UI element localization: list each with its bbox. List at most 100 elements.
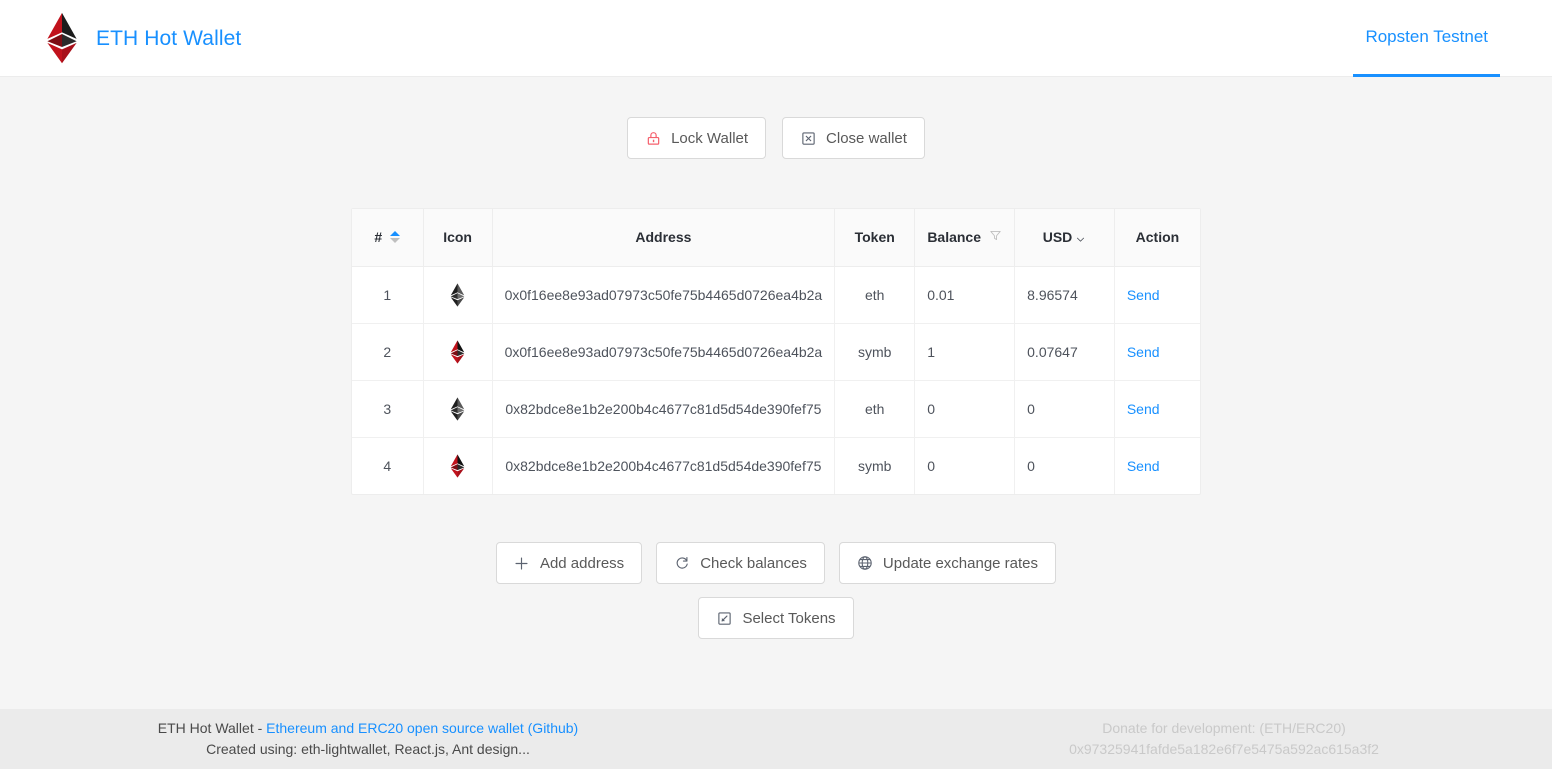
cell-token: eth xyxy=(834,380,916,438)
footer-prefix: ETH Hot Wallet - xyxy=(157,720,267,736)
column-header-action: Action xyxy=(1114,209,1200,267)
ethereum-diamond-icon-dark xyxy=(450,396,465,421)
column-header-address: Address xyxy=(492,209,836,267)
app-footer: ETH Hot Wallet - Ethereum and ERC20 open… xyxy=(0,709,1552,769)
send-link[interactable]: Send xyxy=(1127,287,1160,303)
add-address-label: Add address xyxy=(539,554,625,572)
table-row: 2 0x0f16ee8e93ad07973c50fe75b4465d0726ea4… xyxy=(352,323,1200,381)
lock-wallet-label: Lock Wallet xyxy=(671,129,749,147)
cell-token-icon xyxy=(423,380,493,438)
cell-action: Send xyxy=(1114,266,1200,324)
cell-number: 2 xyxy=(352,323,424,381)
column-header-address-label: Address xyxy=(635,229,692,246)
cell-action: Send xyxy=(1114,437,1200,494)
footer-line1: ETH Hot Wallet - Ethereum and ERC20 open… xyxy=(48,718,688,739)
column-header-icon-label: Icon xyxy=(443,229,472,246)
token-actions: Select Tokens xyxy=(698,597,854,639)
main-content: Lock Wallet Close wallet # Icon Address … xyxy=(0,77,1552,709)
cell-token-icon xyxy=(423,323,493,381)
column-header-balance: Balance xyxy=(914,209,1016,267)
brand-title: ETH Hot Wallet xyxy=(96,26,242,50)
column-header-balance-label: Balance xyxy=(927,229,982,246)
cell-address: 0x0f16ee8e93ad07973c50fe75b4465d0726ea4b… xyxy=(492,266,836,324)
column-header-number[interactable]: # xyxy=(352,209,424,267)
column-header-usd-label: USD xyxy=(1042,229,1073,246)
cell-usd: 0 xyxy=(1014,380,1115,438)
cell-action: Send xyxy=(1114,380,1200,438)
footer-line2: Created using: eth-lightwallet, React.js… xyxy=(206,741,530,757)
cell-token: eth xyxy=(834,266,916,324)
add-address-button[interactable]: Add address xyxy=(495,542,643,584)
cell-action: Send xyxy=(1114,323,1200,381)
cell-token: symb xyxy=(834,323,916,381)
cell-address: 0x82bdce8e1b2e200b4c4677c81d5d54de390fef… xyxy=(492,380,836,438)
column-header-action-label: Action xyxy=(1135,229,1180,246)
globe-icon xyxy=(857,555,873,571)
select-tokens-button[interactable]: Select Tokens xyxy=(698,597,854,639)
brand[interactable]: ETH Hot Wallet xyxy=(42,12,241,64)
wallet-table-container: # Icon Address Token Balance USD Action … xyxy=(351,208,1201,495)
table-header: # Icon Address Token Balance USD Action xyxy=(352,209,1200,267)
close-wallet-button[interactable]: Close wallet xyxy=(782,117,925,159)
table-header-row: # Icon Address Token Balance USD Action xyxy=(352,209,1200,267)
column-header-number-label: # xyxy=(374,229,383,246)
ethereum-diamond-icon xyxy=(47,12,77,64)
table-row: 4 0x82bdce8e1b2e200b4c4677c81d5d54de390fe… xyxy=(352,437,1200,494)
table-row: 1 0x0f16ee8e93ad07973c50fe75b4465d0726ea4… xyxy=(352,266,1200,324)
wallet-table: # Icon Address Token Balance USD Action … xyxy=(352,209,1200,494)
ethereum-diamond-icon-dark xyxy=(450,282,465,307)
plus-icon xyxy=(514,555,530,571)
cell-usd: 0.07647 xyxy=(1014,323,1115,381)
check-balances-label: Check balances xyxy=(700,554,807,572)
send-link[interactable]: Send xyxy=(1127,401,1160,417)
cell-number: 1 xyxy=(352,266,424,324)
cell-number: 4 xyxy=(352,437,424,494)
cell-address: 0x0f16ee8e93ad07973c50fe75b4465d0726ea4b… xyxy=(492,323,836,381)
footer-right: Donate for development: (ETH/ERC20) 0x97… xyxy=(944,718,1504,760)
close-wallet-label: Close wallet xyxy=(826,129,907,147)
send-link[interactable]: Send xyxy=(1127,344,1160,360)
wallet-actions: Add address Check balances Update exchan… xyxy=(495,542,1057,584)
wallet-controls: Lock Wallet Close wallet xyxy=(627,117,925,159)
close-square-icon xyxy=(800,130,816,146)
check-balances-button[interactable]: Check balances xyxy=(656,542,825,584)
column-header-icon: Icon xyxy=(423,209,493,267)
cell-balance: 0 xyxy=(914,380,1016,438)
cell-balance: 0.01 xyxy=(914,266,1016,324)
table-body: 1 0x0f16ee8e93ad07973c50fe75b4465d0726ea4… xyxy=(352,266,1200,494)
caret-down-icon xyxy=(390,238,401,244)
cell-number: 3 xyxy=(352,380,424,438)
column-header-token-label: Token xyxy=(854,229,895,246)
column-header-usd[interactable]: USD xyxy=(1014,209,1115,267)
footer-left: ETH Hot Wallet - Ethereum and ERC20 open… xyxy=(48,718,688,760)
ethereum-diamond-icon-red xyxy=(450,339,465,364)
send-link[interactable]: Send xyxy=(1127,458,1160,474)
filter-funnel-icon[interactable] xyxy=(989,229,1002,245)
lock-icon xyxy=(645,130,661,146)
chevron-down-icon[interactable] xyxy=(1075,232,1086,243)
cell-balance: 0 xyxy=(914,437,1016,494)
cell-usd: 0 xyxy=(1014,437,1115,494)
cell-token: symb xyxy=(834,437,916,494)
select-box-icon xyxy=(716,610,732,626)
cell-usd: 8.96574 xyxy=(1014,266,1115,324)
cell-balance: 1 xyxy=(914,323,1016,381)
update-exchange-rates-label: Update exchange rates xyxy=(882,554,1039,572)
cell-token-icon xyxy=(423,437,493,494)
nav-tab-label: Ropsten Testnet xyxy=(1365,27,1488,46)
select-tokens-label: Select Tokens xyxy=(742,609,836,627)
footer-github-link[interactable]: Ethereum and ERC20 open source wallet (G… xyxy=(266,720,578,736)
cell-token-icon xyxy=(423,266,493,324)
nav-tab-network[interactable]: Ropsten Testnet xyxy=(1353,0,1500,77)
header-nav: Ropsten Testnet xyxy=(1353,0,1500,77)
update-exchange-rates-button[interactable]: Update exchange rates xyxy=(838,542,1057,584)
caret-sorter-icon[interactable] xyxy=(390,231,401,244)
column-header-token: Token xyxy=(834,209,916,267)
donate-address: 0x97325941fafde5a182e6f7e5475a592ac615a3… xyxy=(1069,741,1379,757)
cell-address: 0x82bdce8e1b2e200b4c4677c81d5d54de390fef… xyxy=(492,437,836,494)
table-row: 3 0x82bdce8e1b2e200b4c4677c81d5d54de390fe… xyxy=(352,380,1200,438)
reload-icon xyxy=(674,555,690,571)
app-header: ETH Hot Wallet Ropsten Testnet xyxy=(0,0,1552,77)
caret-up-icon xyxy=(390,231,401,237)
lock-wallet-button[interactable]: Lock Wallet xyxy=(627,117,767,159)
